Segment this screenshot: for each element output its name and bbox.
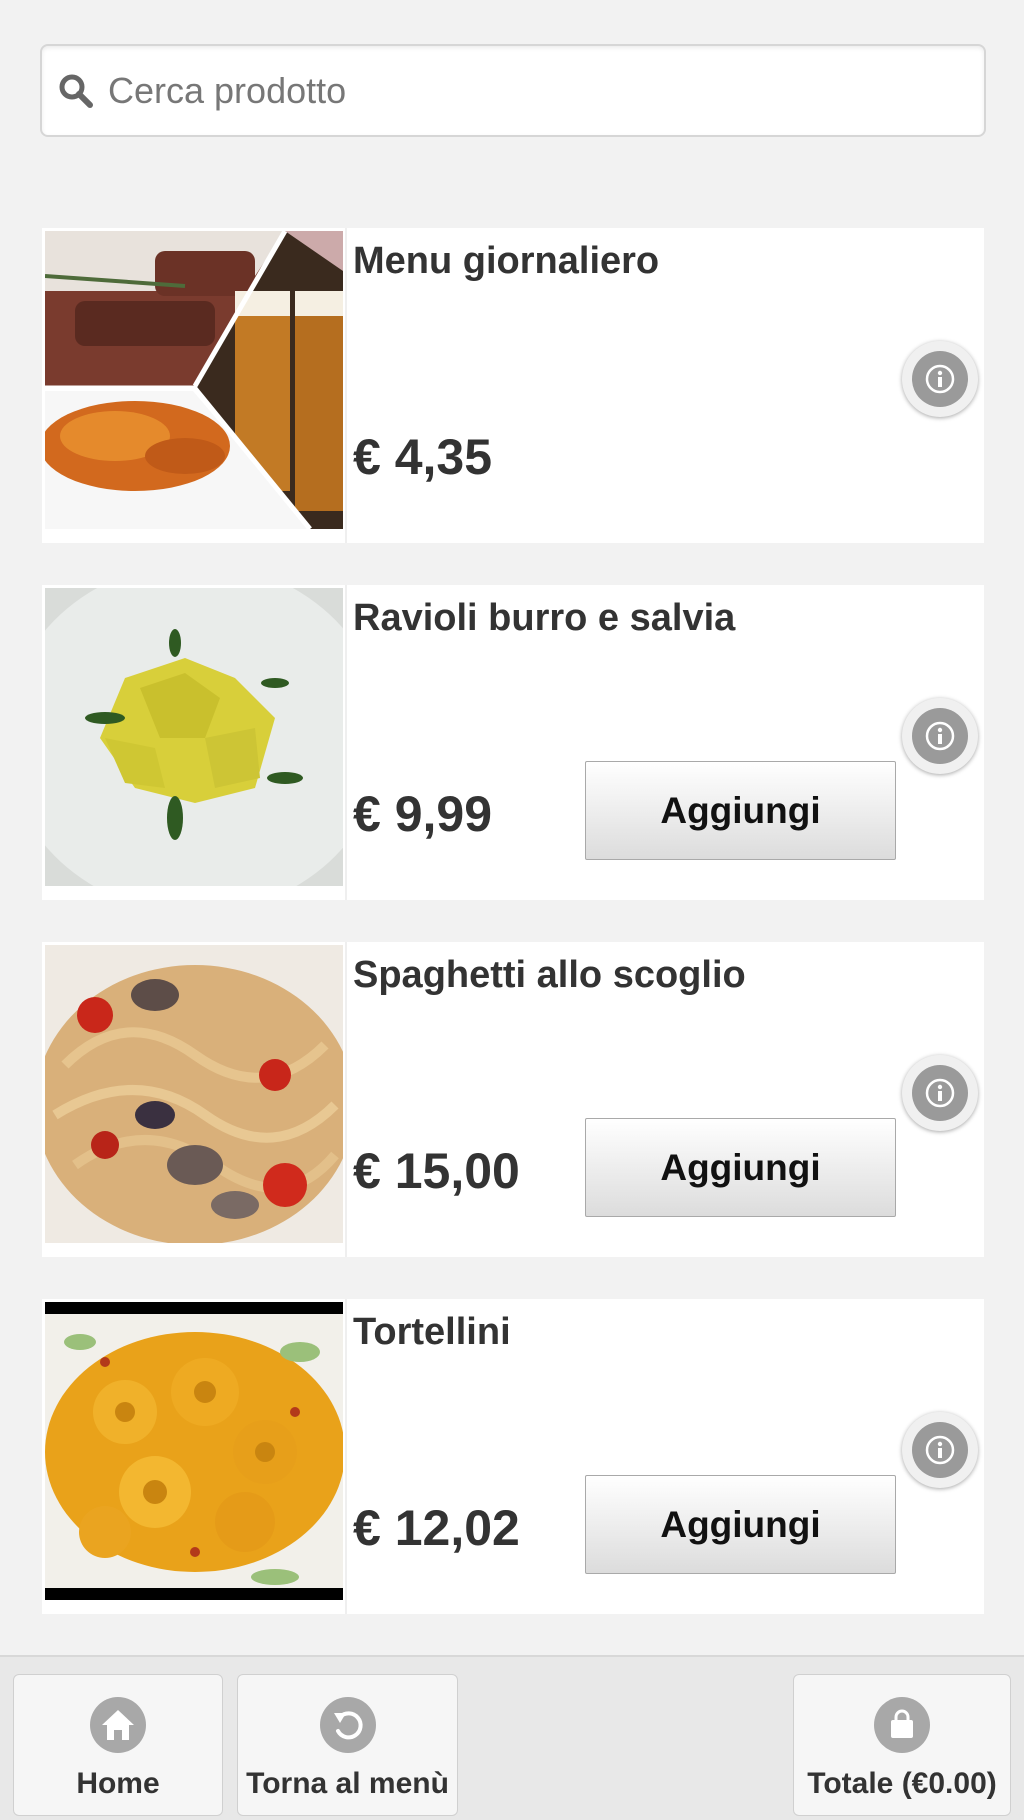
daily-menu-photo (45, 231, 343, 529)
add-button[interactable]: Aggiungi (585, 1475, 896, 1574)
back-to-menu-label: Torna al menù (246, 1767, 449, 1800)
product-card: Ravioli burro e salvia € 9,99 Aggiungi (42, 585, 984, 900)
product-name: Menu giornaliero (353, 240, 660, 282)
card-divider (345, 942, 347, 1257)
home-button[interactable]: Home (13, 1674, 223, 1816)
search-input[interactable] (108, 69, 908, 112)
search-box[interactable] (40, 44, 986, 137)
info-button[interactable] (902, 1412, 978, 1488)
product-price: € 4,35 (353, 429, 493, 485)
product-card: Tortellini € 12,02 Aggiungi (42, 1299, 984, 1614)
back-to-menu-button[interactable]: Torna al menù (237, 1674, 458, 1816)
info-icon (912, 1065, 968, 1121)
search-icon (59, 74, 93, 108)
ravioli-photo (45, 588, 343, 886)
card-divider (345, 228, 347, 543)
product-price: € 15,00 (353, 1143, 520, 1199)
cart-total-button[interactable]: Totale (€0.00) (793, 1674, 1011, 1816)
product-name: Spaghetti allo scoglio (353, 954, 746, 996)
home-label: Home (76, 1767, 160, 1800)
bottom-bar: Home Torna al menù Totale (€0.00) (0, 1655, 1024, 1820)
add-button[interactable]: Aggiungi (585, 761, 896, 860)
spaghetti-photo (45, 945, 343, 1243)
product-name: Ravioli burro e salvia (353, 597, 736, 639)
product-price: € 12,02 (353, 1500, 520, 1556)
cart-total-label: Totale (€0.00) (807, 1767, 997, 1800)
info-icon (912, 708, 968, 764)
info-button[interactable] (902, 1055, 978, 1131)
card-divider (345, 585, 347, 900)
info-button[interactable] (902, 341, 978, 417)
card-divider (345, 1299, 347, 1614)
undo-icon (319, 1697, 376, 1753)
info-button[interactable] (902, 698, 978, 774)
product-name: Tortellini (353, 1311, 511, 1353)
add-button[interactable]: Aggiungi (585, 1118, 896, 1217)
product-card: Menu giornaliero € 4,35 (42, 228, 984, 543)
product-price: € 9,99 (353, 786, 493, 842)
info-icon (912, 1422, 968, 1478)
shopping-bag-icon (874, 1697, 930, 1753)
info-icon (912, 351, 968, 407)
tortellini-photo (45, 1302, 343, 1600)
product-card: Spaghetti allo scoglio € 15,00 Aggiungi (42, 942, 984, 1257)
home-icon (90, 1697, 146, 1753)
